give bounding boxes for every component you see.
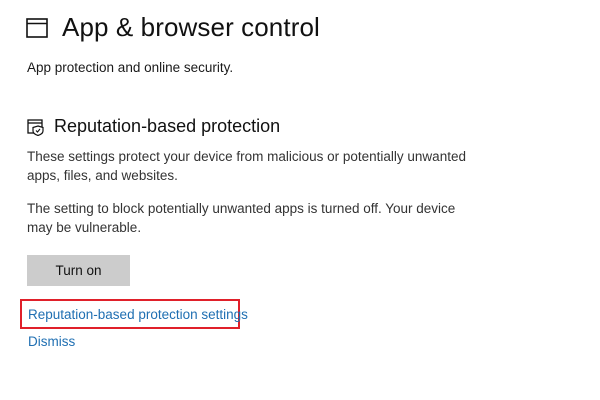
- reputation-settings-link[interactable]: Reputation-based protection settings: [28, 307, 248, 322]
- section-description: These settings protect your device from …: [27, 149, 466, 183]
- reputation-shield-icon: [27, 118, 45, 136]
- dismiss-link[interactable]: Dismiss: [28, 334, 75, 349]
- turn-on-button[interactable]: Turn on: [27, 255, 130, 286]
- window-icon: [26, 17, 48, 39]
- section-title: Reputation-based protection: [54, 116, 281, 136]
- page-title: App & browser control: [62, 12, 320, 42]
- section-header: Reputation-based protection: [27, 116, 280, 137]
- section-status-message: The setting to block potentially unwante…: [27, 201, 456, 235]
- app-browser-control-page: App & browser control App protection and…: [0, 0, 600, 400]
- page-subtitle: App protection and online security.: [27, 60, 234, 75]
- page-header: App & browser control: [26, 12, 320, 43]
